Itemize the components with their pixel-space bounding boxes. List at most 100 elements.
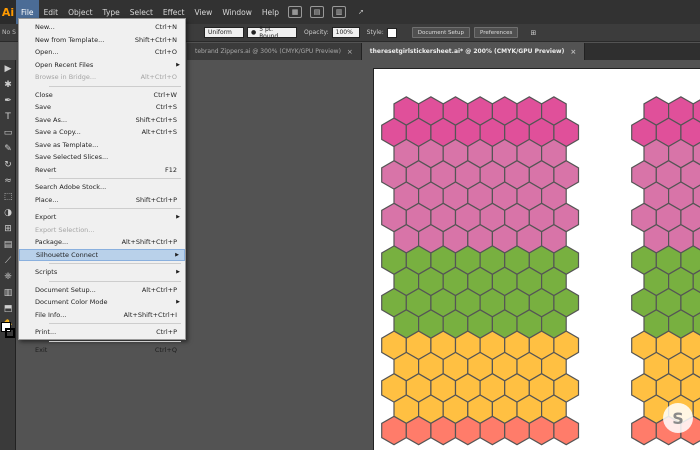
- stroke-swatch[interactable]: [5, 328, 15, 338]
- symbol-sprayer-icon[interactable]: ❈: [1, 270, 15, 284]
- brush-select[interactable]: ● 5 pt. Round: [247, 26, 297, 40]
- file-menu-item[interactable]: Close Ctrl+W: [19, 89, 185, 102]
- selection-tool-icon[interactable]: ▶: [1, 62, 15, 76]
- submenu-arrow-icon: ▶: [175, 251, 179, 258]
- menu-item-shortcut: Alt+Ctrl+O: [140, 73, 177, 82]
- file-menu-item[interactable]: Save Selected Slices...: [19, 151, 185, 164]
- brush-dot-icon: ●: [251, 29, 257, 36]
- file-menu-item[interactable]: Open... Ctrl+O: [19, 46, 185, 59]
- style-swatch[interactable]: [386, 27, 397, 38]
- menu-item-label: Place...: [35, 195, 59, 204]
- file-menu-item[interactable]: Export ▶: [19, 211, 185, 224]
- warp-tool-icon[interactable]: ≈: [1, 174, 15, 188]
- menu-window[interactable]: Window: [217, 0, 257, 24]
- menu-separator: [49, 323, 181, 324]
- file-menu-item[interactable]: New from Template... Shift+Ctrl+N: [19, 34, 185, 47]
- menu-item-label: New from Template...: [35, 35, 105, 44]
- menu-item-shortcut: Shift+Ctrl+N: [134, 35, 177, 44]
- file-menu-item[interactable]: File Info... Alt+Shift+Ctrl+I: [19, 309, 185, 322]
- rotate-tool-icon[interactable]: ↻: [1, 158, 15, 172]
- mesh-tool-icon[interactable]: ⊞: [1, 222, 15, 236]
- menu-item-shortcut: Ctrl+W: [153, 90, 177, 99]
- arrange-icon[interactable]: ⊞: [526, 27, 540, 39]
- menu-item-shortcut: Alt+Shift+Ctrl+I: [123, 310, 177, 319]
- file-menu-item[interactable]: Exit Ctrl+Q: [19, 344, 185, 357]
- file-menu-item[interactable]: Scripts ▶: [19, 266, 185, 279]
- tab-zippers[interactable]: tebrand Zippers.ai @ 300% (CMYK/GPU Prev…: [187, 43, 362, 60]
- menu-help[interactable]: Help: [257, 0, 284, 24]
- menu-separator: [49, 178, 181, 179]
- fill-stroke-swatches[interactable]: [1, 322, 15, 342]
- close-icon[interactable]: ×: [570, 48, 576, 56]
- menu-item-label: Scripts: [35, 268, 58, 277]
- menu-item-label: Open Recent Files: [35, 60, 94, 69]
- submenu-arrow-icon: ▶: [176, 269, 180, 276]
- file-menu-item[interactable]: New... Ctrl+N: [19, 21, 185, 34]
- tab-sticker-sheet[interactable]: theresetgirlstickersheet.ai* @ 200% (CMY…: [361, 43, 586, 60]
- file-menu-item[interactable]: Print... Ctrl+P: [19, 326, 185, 339]
- artboard[interactable]: [373, 68, 700, 450]
- bridge-icon[interactable]: ▦: [288, 6, 302, 18]
- menu-item-label: File Info...: [35, 310, 67, 319]
- stroke-profile-value: Uniform: [208, 29, 232, 36]
- file-menu-item[interactable]: Save Ctrl+S: [19, 101, 185, 114]
- file-menu-item[interactable]: Document Setup... Alt+Ctrl+P: [19, 284, 185, 297]
- shape-builder-icon[interactable]: ◑: [1, 206, 15, 220]
- preferences-button[interactable]: Preferences: [474, 27, 519, 38]
- tab-label: theresetgirlstickersheet.ai* @ 200% (CMY…: [369, 48, 565, 55]
- workspace-icon[interactable]: ▥: [332, 6, 346, 18]
- app-logo: Ai: [0, 0, 16, 24]
- stroke-profile-select[interactable]: Uniform: [204, 27, 244, 38]
- type-tool-icon[interactable]: T: [1, 110, 15, 124]
- rectangle-tool-icon[interactable]: ▭: [1, 126, 15, 140]
- file-menu-item[interactable]: Save as Template...: [19, 139, 185, 152]
- submenu-arrow-icon: ▶: [176, 214, 180, 221]
- tools-panel: ▶ ✱ ✒ T ▭ ✎ ↻ ≈ ⬚ ◑ ⊞ ▤ ⟋ ❈ ▥ ⬒ ✋: [0, 60, 16, 450]
- menu-separator: [49, 280, 181, 282]
- graph-tool-icon[interactable]: ▥: [1, 286, 15, 300]
- submenu-arrow-icon: ▶: [176, 299, 180, 306]
- menu-item-shortcut: Ctrl+P: [156, 328, 177, 337]
- pen-tool-icon[interactable]: ✒: [1, 94, 15, 108]
- file-menu-item[interactable]: Silhouette Connect ▶: [19, 248, 185, 261]
- file-menu-item[interactable]: Package... Alt+Shift+Ctrl+P: [19, 236, 185, 249]
- menu-separator: [49, 263, 181, 264]
- eyedropper-icon[interactable]: ⟋: [1, 254, 15, 268]
- opacity-value: 100%: [335, 29, 353, 36]
- menu-view[interactable]: View: [190, 0, 218, 24]
- opacity-input[interactable]: 100%: [331, 27, 360, 38]
- file-menu-item[interactable]: Open Recent Files ▶: [19, 59, 185, 72]
- menu-item-label: Silhouette Connect: [36, 250, 98, 259]
- magic-wand-icon[interactable]: ✱: [1, 78, 15, 92]
- paintbrush-icon[interactable]: ✎: [1, 142, 15, 156]
- file-menu-item[interactable]: Save As... Shift+Ctrl+S: [19, 114, 185, 127]
- tab-label: tebrand Zippers.ai @ 300% (CMYK/GPU Prev…: [195, 48, 341, 55]
- file-menu-item: Export Selection...: [19, 224, 185, 237]
- hexagon-artwork[interactable]: [374, 69, 700, 450]
- file-menu-item[interactable]: Save a Copy... Alt+Ctrl+S: [19, 126, 185, 139]
- menu-item-label: Revert: [35, 165, 57, 174]
- menu-item-label: Save Selected Slices...: [35, 153, 109, 162]
- menu-item-label: Document Color Mode: [35, 298, 108, 307]
- free-transform-icon[interactable]: ⬚: [1, 190, 15, 204]
- file-menu-item[interactable]: Place... Shift+Ctrl+P: [19, 194, 185, 207]
- silhouette-watermark-icon: S: [663, 403, 693, 433]
- arrange-documents-icon[interactable]: ▤: [310, 6, 324, 18]
- close-icon[interactable]: ×: [347, 48, 353, 56]
- send-icon[interactable]: ➚: [354, 6, 368, 18]
- artboard-tool-icon[interactable]: ⬒: [1, 302, 15, 316]
- menu-separator: [49, 208, 181, 209]
- file-menu-item[interactable]: Revert F12: [19, 164, 185, 177]
- submenu-arrow-icon: ▶: [176, 61, 180, 68]
- file-menu-item[interactable]: Search Adobe Stock...: [19, 181, 185, 194]
- menu-item-label: Save As...: [35, 115, 68, 124]
- menu-separator: [49, 85, 181, 87]
- gradient-tool-icon[interactable]: ▤: [1, 238, 15, 252]
- menu-item-shortcut: Ctrl+N: [155, 23, 177, 32]
- file-menu-item[interactable]: Document Color Mode ▶: [19, 296, 185, 309]
- menu-item-label: Export Selection...: [35, 225, 95, 234]
- menu-item-label: Browse in Bridge...: [35, 73, 97, 82]
- menu-item-shortcut: Ctrl+S: [155, 103, 177, 112]
- document-setup-button[interactable]: Document Setup: [411, 27, 471, 38]
- menu-separator: [49, 340, 181, 342]
